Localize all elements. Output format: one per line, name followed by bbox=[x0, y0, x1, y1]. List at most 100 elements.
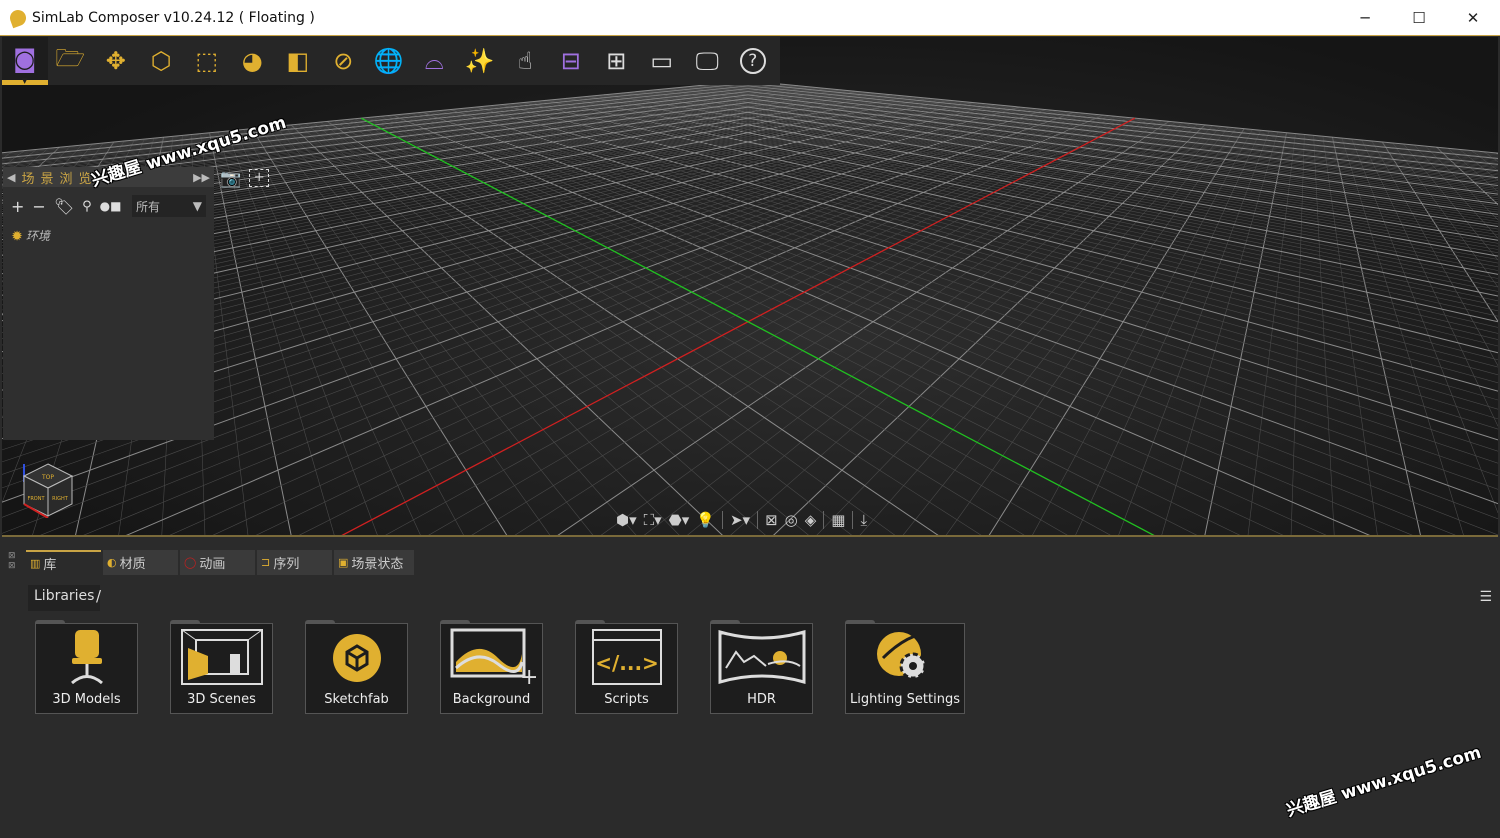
library-label: HDR bbox=[747, 692, 776, 707]
materials-button[interactable]: ◕ bbox=[230, 37, 276, 85]
library-hdr[interactable]: HDR bbox=[710, 620, 813, 714]
maximize-button[interactable]: ☐ bbox=[1392, 0, 1446, 36]
view-cube-icon[interactable]: ⬢▾ bbox=[616, 511, 637, 529]
sequence-button[interactable]: ⊟ bbox=[548, 37, 594, 85]
grid-line-minor bbox=[1341, 138, 1464, 535]
bottom-tabs: ▥ 库 ◐ 材质 ◯ 动画 ⊐ 序列 ▣ 场景状态 bbox=[26, 550, 414, 575]
window-title: SimLab Composer v10.24.12 ( Floating ) bbox=[32, 9, 315, 26]
zoom-region-icon[interactable]: ◎ bbox=[785, 511, 798, 529]
touch-icon: ☝ bbox=[517, 47, 533, 75]
shading-button[interactable]: ⊘ bbox=[321, 37, 367, 85]
scene-state-icon: ▣ bbox=[338, 556, 349, 569]
navigation-cube[interactable]: TOP FRONT RIGHT bbox=[22, 462, 74, 518]
tab-library[interactable]: ▥ 库 bbox=[26, 550, 101, 575]
ground-grid bbox=[2, 80, 1498, 535]
snap-icon[interactable]: ◈ bbox=[805, 511, 817, 529]
remove-icon[interactable]: − bbox=[32, 197, 45, 216]
select-cursor-icon[interactable]: ➤▾ bbox=[730, 511, 750, 529]
expand-right-icon[interactable]: ▶▶ bbox=[193, 171, 210, 184]
frame-icon[interactable]: ⛶▾ bbox=[644, 511, 662, 529]
grid-line-minor bbox=[681, 87, 1498, 188]
chevron-down-icon: ▼ bbox=[192, 199, 202, 213]
move-icon: ✥ bbox=[105, 47, 126, 75]
tab-material[interactable]: ◐ 材质 bbox=[103, 550, 178, 575]
render-button[interactable]: ◧ bbox=[275, 37, 321, 85]
grid-line-major bbox=[125, 114, 1104, 535]
open-button[interactable]: 🗁 bbox=[48, 37, 94, 85]
minimize-button[interactable]: ─ bbox=[1338, 0, 1392, 36]
library-label: Lighting Settings bbox=[850, 692, 960, 707]
globe-icon: 🌐 bbox=[373, 47, 404, 75]
select-region-button[interactable]: ⬚ bbox=[184, 37, 230, 85]
move-button[interactable]: ✥ bbox=[93, 37, 139, 85]
library-lighting-settings[interactable]: Lighting Settings bbox=[845, 620, 965, 714]
library-grid: 3D Models 3D Scenes Sketchfab + Background </… bbox=[35, 620, 965, 714]
vr-experience-button[interactable]: ▭ bbox=[639, 37, 685, 85]
grid-line-minor bbox=[444, 109, 1498, 452]
fit-view-icon[interactable]: + bbox=[249, 169, 270, 187]
item-label: 环境 bbox=[25, 229, 50, 243]
list-item[interactable]: ✹ 环境 bbox=[3, 225, 214, 246]
layout-button[interactable]: ⊞ bbox=[594, 37, 640, 85]
3d-viewport[interactable]: ◙ 🗁 ✥ ⬡ ⬚ ◕ ◧ ⊘ 🌐 ⌓ ✨ ☝ ⊟ ⊞ ▭ 🖵? ◀ 场景浏览 ▶▶ + − 🏷 ⚲ ●■ 所有 ▼… bbox=[2, 37, 1498, 537]
grid-line-minor bbox=[367, 117, 1197, 535]
grid-line-minor bbox=[347, 119, 1068, 535]
shapes-icon[interactable]: ●■ bbox=[100, 199, 122, 213]
scene-browser-panel: ◀ 场景浏览 ▶▶ + − 🏷 ⚲ ●■ 所有 ▼ ✹ 环境 bbox=[3, 167, 214, 440]
grid-line-major bbox=[773, 124, 1206, 535]
grid-line-minor bbox=[312, 122, 852, 535]
app-logo-icon bbox=[7, 7, 29, 28]
search-icon[interactable]: ⚲ bbox=[82, 199, 92, 214]
library-background[interactable]: + Background bbox=[440, 620, 543, 714]
help-button[interactable]: ? bbox=[730, 37, 776, 85]
grid-line-minor bbox=[428, 111, 1498, 490]
light-bulb-icon[interactable]: 💡 bbox=[696, 511, 715, 529]
library-label: Scripts bbox=[604, 692, 649, 707]
library-3d-scenes[interactable]: 3D Scenes bbox=[170, 620, 273, 714]
focus-icon[interactable]: ⊠ bbox=[765, 511, 778, 529]
breadcrumb-libraries[interactable]: Libraries bbox=[28, 585, 101, 611]
filter-dropdown[interactable]: 所有 ▼ bbox=[132, 195, 206, 217]
render-icon: ◧ bbox=[286, 47, 310, 75]
tab-sequence[interactable]: ⊐ 序列 bbox=[257, 550, 332, 575]
sketchfab-icon bbox=[332, 628, 382, 686]
chair-icon bbox=[62, 628, 112, 686]
tab-label: 场景状态 bbox=[351, 557, 404, 572]
environment-button[interactable]: 🌐 bbox=[366, 37, 412, 85]
tab-animation[interactable]: ◯ 动画 bbox=[180, 550, 255, 575]
collapse-left-icon[interactable]: ◀ bbox=[7, 171, 15, 184]
hdr-panorama-icon bbox=[718, 628, 806, 686]
library-3d-models[interactable]: 3D Models bbox=[35, 620, 138, 714]
list-view-icon[interactable]: ☰ bbox=[1479, 589, 1492, 605]
tab-label: 材质 bbox=[119, 557, 146, 572]
effects-button[interactable]: ✨ bbox=[457, 37, 503, 85]
add-icon[interactable]: + bbox=[11, 197, 24, 216]
display-mode-icon[interactable]: ⬣▾ bbox=[669, 511, 690, 529]
cube-pencil-icon: ⬡ bbox=[150, 47, 172, 75]
watermark: 兴趣屋 www.xqu5.com bbox=[1284, 742, 1484, 822]
pin-icon[interactable]: ⊠ ⊠ bbox=[8, 551, 16, 571]
camera-icon[interactable]: 📷 bbox=[220, 169, 241, 189]
tag-icon[interactable]: 🏷 bbox=[54, 197, 74, 216]
grid-icon[interactable]: ▦ bbox=[831, 511, 845, 529]
scene-browser-title: 场景浏览 bbox=[21, 171, 98, 187]
sequence-icon: ⊐ bbox=[261, 556, 271, 569]
material-icon: ◐ bbox=[107, 556, 117, 569]
edit-geometry-button[interactable]: ⬡ bbox=[139, 37, 185, 85]
panorama-360-icon: ⌓ bbox=[424, 47, 444, 75]
grid-panel-icon: ⊞ bbox=[606, 47, 627, 75]
flow-icon: ⊟ bbox=[560, 47, 581, 75]
close-button[interactable]: ✕ bbox=[1446, 0, 1500, 36]
presentation-button[interactable]: 🖵 bbox=[685, 37, 731, 85]
grid-line-minor bbox=[428, 119, 1149, 535]
drop-to-floor-icon[interactable]: ⤓ bbox=[860, 511, 867, 529]
code-icon: </...> bbox=[591, 628, 663, 686]
library-sketchfab[interactable]: Sketchfab bbox=[305, 620, 408, 714]
panorama-360-button[interactable]: ⌓ bbox=[412, 37, 458, 85]
library-scripts[interactable]: </...> Scripts bbox=[575, 620, 678, 714]
interaction-button[interactable]: ☝ bbox=[503, 37, 549, 85]
animation-icon: ◯ bbox=[184, 556, 197, 569]
lighting-gear-icon bbox=[875, 628, 935, 686]
vr-view-button[interactable]: ◙ bbox=[2, 37, 48, 85]
tab-scene-state[interactable]: ▣ 场景状态 bbox=[334, 550, 414, 575]
